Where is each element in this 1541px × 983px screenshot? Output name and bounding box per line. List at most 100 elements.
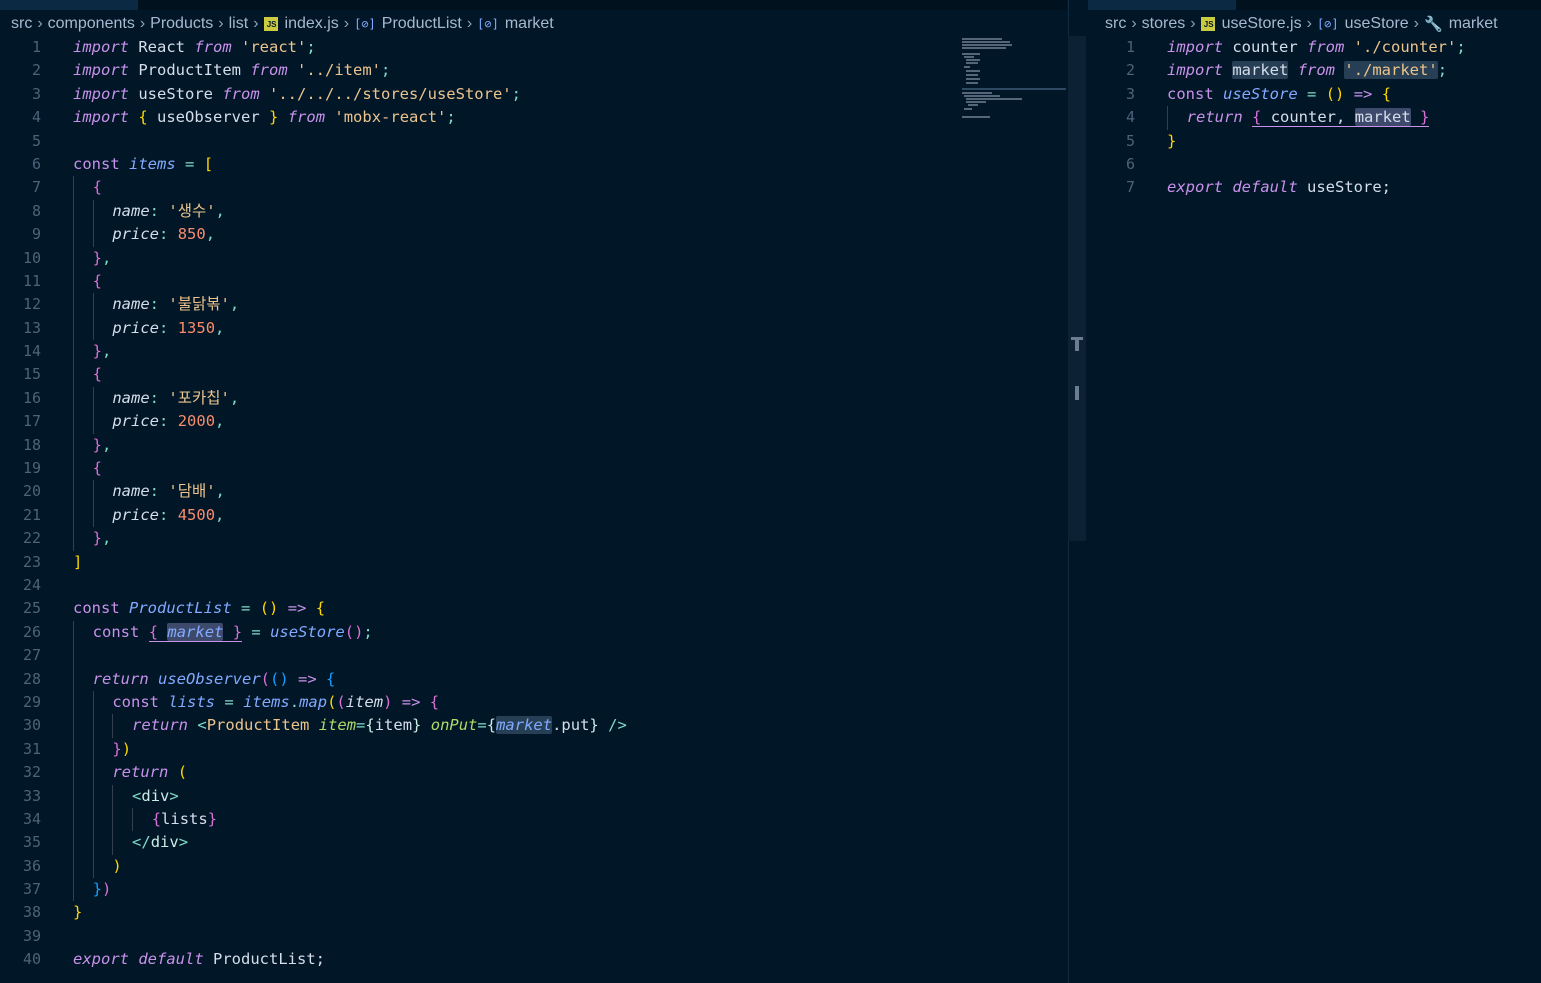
symbol-variable-icon: [⊘]	[354, 17, 376, 31]
code-line[interactable]: 5	[0, 130, 950, 153]
code-line[interactable]: 6 const items = [	[0, 153, 950, 176]
js-file-icon: JS	[263, 17, 278, 31]
token-function: useStore	[270, 622, 345, 641]
token-string: '생수'	[168, 201, 216, 220]
code-line[interactable]: 4 import { useObserver } from 'mobx-react…	[0, 106, 950, 129]
line-number: 5	[31, 131, 41, 150]
code-line[interactable]: 28 return useObserver(() => {	[0, 667, 950, 691]
token-attribute: onPut	[430, 716, 478, 735]
code-text: },	[73, 433, 111, 458]
code-line[interactable]: 19 {	[0, 457, 950, 481]
js-file-icon: JS	[1200, 17, 1215, 31]
code-line[interactable]: 7 {	[0, 176, 950, 200]
token-keyword: return	[1186, 108, 1243, 127]
breadcrumb-item[interactable]: ProductList	[382, 15, 462, 33]
line-number: 24	[22, 575, 41, 594]
code-line[interactable]: 3 const useStore = () => {	[1088, 83, 1538, 106]
token-string: 'mobx-react'	[334, 108, 447, 127]
vertical-scrollbar[interactable]	[1068, 36, 1086, 541]
code-line[interactable]: 25 const ProductList = () => {	[0, 597, 950, 620]
breadcrumb-item[interactable]: components	[48, 15, 135, 33]
token-tag: div	[141, 786, 170, 805]
code-line[interactable]: 40 export default ProductList;	[0, 948, 950, 971]
code-line[interactable]: 30 return <ProductItem item={item} onPut…	[0, 714, 950, 738]
code-line[interactable]: 23]	[0, 551, 950, 574]
breadcrumb-item[interactable]: Products	[150, 15, 213, 33]
code-line[interactable]: 29 const lists = items.map((item) => {	[0, 690, 950, 715]
line-number: 34	[22, 809, 41, 828]
breadcrumb-item[interactable]: src	[1105, 15, 1126, 33]
code-line[interactable]: 8 name: '생수',	[0, 199, 950, 224]
code-line[interactable]: 27	[0, 644, 950, 668]
code-line[interactable]: 20 name: '담배',	[0, 480, 950, 504]
code-line[interactable]: 2 import ProductItem from '../item';	[0, 59, 950, 82]
code-line[interactable]: 7 export default useStore;	[1088, 176, 1538, 199]
breadcrumb-item[interactable]: index.js	[285, 15, 339, 33]
code-line[interactable]: 15 {	[0, 363, 950, 387]
breadcrumb-item[interactable]: market	[1449, 15, 1498, 33]
code-line[interactable]: 22 },	[0, 527, 950, 551]
code-line[interactable]: 16 name: '포카칩',	[0, 386, 950, 411]
minimap[interactable]	[958, 36, 1068, 126]
token-string: 'react'	[241, 38, 307, 56]
breadcrumb-item[interactable]: market	[505, 15, 554, 33]
token-keyword: export	[1167, 178, 1223, 197]
code-line[interactable]: 3 import useStore from '../../../stores/u…	[0, 83, 950, 106]
code-line[interactable]: 34 {lists}	[0, 807, 950, 832]
code-line[interactable]: 14 },	[0, 340, 950, 364]
token-keyword: from	[222, 84, 260, 103]
code-line[interactable]: 33 <div>	[0, 784, 950, 808]
code-line[interactable]: 39	[0, 925, 950, 948]
code-line[interactable]: 31 })	[0, 737, 950, 762]
code-line[interactable]: 1 import counter from './counter';	[1088, 36, 1538, 59]
code-line[interactable]: 36 )	[0, 854, 950, 879]
code-text: price: 4500,	[73, 503, 224, 528]
token-identifier: ProductItem	[129, 61, 251, 80]
code-text: price: 850,	[73, 223, 215, 247]
breadcrumb-item[interactable]: stores	[1142, 15, 1186, 33]
line-number: 17	[22, 412, 41, 431]
breadcrumb-item[interactable]: src	[11, 15, 32, 33]
token-identifier-highlighted[interactable]: market	[1232, 61, 1289, 80]
code-line[interactable]: 6	[1088, 153, 1538, 176]
code-line[interactable]: 5}	[1088, 130, 1538, 153]
code-line[interactable]: 18 },	[0, 433, 950, 458]
token-keyword: const	[73, 599, 120, 618]
code-line[interactable]: 2 import market from './market';	[1088, 59, 1538, 82]
line-number: 35	[22, 833, 41, 852]
code-line[interactable]: 21 price: 4500,	[0, 503, 950, 528]
code-text: name: '불닭볶',	[73, 293, 239, 317]
breadcrumb-item[interactable]: list	[229, 15, 249, 33]
token-number: 2000	[177, 412, 216, 431]
chevron-right-icon: ›	[1131, 15, 1137, 32]
code-line[interactable]: 17 price: 2000,	[0, 410, 950, 434]
code-line[interactable]: 1 import React from 'react';	[0, 36, 950, 59]
token-identifier-highlighted[interactable]: market	[1354, 108, 1411, 127]
code-line[interactable]: 24	[0, 574, 950, 597]
token-variable-highlighted[interactable]: market	[496, 716, 553, 735]
code-line[interactable]: 9 price: 850,	[0, 223, 950, 247]
code-editor[interactable]: 1 import React from 'react'; 2 import Prod…	[0, 36, 950, 972]
code-line[interactable]: 37 })	[0, 878, 950, 902]
breadcrumb-item[interactable]: useStore.js	[1222, 15, 1302, 33]
token-variable-highlighted[interactable]: market	[167, 622, 224, 641]
token-variable: items	[129, 154, 176, 173]
code-line[interactable]: 11 {	[0, 269, 950, 294]
line-number: 3	[31, 84, 41, 103]
code-line[interactable]: 26 const { market } = useStore();	[0, 620, 950, 645]
code-editor[interactable]: 1 import counter from './counter'; 2 impor…	[1088, 36, 1538, 200]
code-line[interactable]: 10 },	[0, 246, 950, 270]
code-text: price: 2000,	[73, 410, 224, 434]
code-line[interactable]: 35 </div>	[0, 831, 950, 855]
code-line[interactable]: 12 name: '불닭볶',	[0, 293, 950, 317]
code-line[interactable]: 13 price: 1350,	[0, 316, 950, 341]
code-text: price: 1350,	[73, 316, 224, 341]
breadcrumb-item[interactable]: useStore	[1345, 15, 1409, 33]
code-line[interactable]: 32 return (	[0, 761, 950, 785]
scrollbar-thumb[interactable]	[1075, 386, 1079, 400]
code-text: name: '생수',	[73, 199, 225, 224]
code-line[interactable]: 4 return { counter, market }	[1088, 106, 1538, 130]
code-line[interactable]: 38}	[0, 901, 950, 924]
code-text: import ProductItem from '../item';	[73, 61, 391, 80]
breadcrumb: src › stores › JS useStore.js › [⊘] useS…	[1105, 12, 1498, 36]
